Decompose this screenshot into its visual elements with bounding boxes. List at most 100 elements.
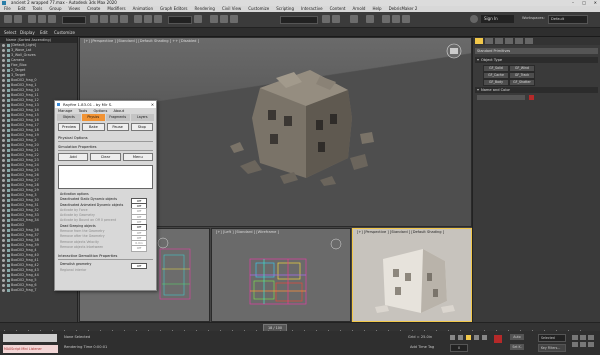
zoom-extents-icon[interactable] [588,335,594,340]
zoom-icon[interactable] [572,335,578,340]
gf-shatter-button[interactable]: GF_Shatter [509,79,535,86]
visibility-eye-icon[interactable] [2,269,5,272]
visibility-eye-icon[interactable] [2,239,5,242]
visibility-eye-icon[interactable] [2,219,5,222]
prev-frame-icon[interactable] [458,335,463,340]
visibility-eye-icon[interactable] [2,149,5,152]
ribbon-tab-edit[interactable]: Edit [40,28,48,37]
dialog-menu-manage[interactable]: Manage [58,109,72,113]
add-time-tag-button[interactable]: Add Time Tag [410,345,434,349]
zoom-all-icon[interactable] [580,335,586,340]
activation-option-toggle[interactable]: Off [131,245,147,252]
workspaces-dropdown[interactable]: Default [548,15,588,24]
visibility-eye-icon[interactable] [2,209,5,212]
menu-item-animation[interactable]: Animation [133,6,153,11]
menu-item-customize[interactable]: Customize [248,6,269,11]
visibility-eye-icon[interactable] [2,214,5,217]
visibility-eye-icon[interactable] [2,169,5,172]
visibility-eye-icon[interactable] [2,224,5,227]
viewport-left[interactable]: [+] [Left ] [Standard ] [Wireframe ] [211,228,351,322]
visibility-eye-icon[interactable] [2,144,5,147]
maximize-viewport-icon[interactable] [588,342,594,347]
user-icon[interactable] [470,15,478,23]
current-frame-field[interactable]: 0 [450,344,468,352]
visibility-eye-icon[interactable] [2,64,5,67]
next-frame-icon[interactable] [474,335,479,340]
select-object-icon[interactable] [90,15,98,23]
visibility-eye-icon[interactable] [2,74,5,77]
tab-layers[interactable]: Layers [130,114,154,121]
visibility-eye-icon[interactable] [2,49,5,52]
visibility-eye-icon[interactable] [2,229,5,232]
pivot-icon[interactable] [194,15,202,23]
utilities-tab-icon[interactable] [525,38,533,44]
menu-item-arnold[interactable]: Arnold [352,6,365,11]
modify-tab-icon[interactable] [485,38,493,44]
window-crossing-icon[interactable] [120,15,128,23]
visibility-eye-icon[interactable] [2,104,5,107]
goto-start-icon[interactable] [450,335,455,340]
ribbon-tab-display[interactable]: Display [20,28,35,37]
menu-item-modifiers[interactable]: Modifiers [107,6,125,11]
bind-space-warp-icon[interactable] [48,15,56,23]
mirror-icon[interactable] [322,15,330,23]
menu-item-create[interactable]: Create [87,6,100,11]
gf-solid-button[interactable]: GF_Solid [483,65,509,72]
interactive-demolition-header[interactable]: Interactive Demolition Properties [58,253,153,261]
visibility-eye-icon[interactable] [2,234,5,237]
gf-wind-button[interactable]: GF_Wind [509,65,535,72]
select-by-name-icon[interactable] [100,15,108,23]
viewport-perspective-render[interactable]: [+] [Perspective ] [Standard ] [Default … [352,228,472,322]
dialog-menu-about[interactable]: About [113,109,124,113]
dialog-menu-options[interactable]: Options [93,109,107,113]
stop-button[interactable]: Stop [130,123,153,131]
key-filters-button[interactable]: Key Filters... [538,344,566,352]
ribbon-tab-customize[interactable]: Customize [54,28,75,37]
object-name-field[interactable] [477,95,525,100]
visibility-eye-icon[interactable] [2,264,5,267]
visibility-eye-icon[interactable] [2,194,5,197]
visibility-eye-icon[interactable] [2,124,5,127]
visibility-eye-icon[interactable] [2,164,5,167]
preview-button[interactable]: Preview [58,123,81,131]
visibility-eye-icon[interactable] [2,109,5,112]
menu-item-debrismaker-2[interactable]: DebrisMaker 2 [389,6,418,11]
visibility-eye-icon[interactable] [2,179,5,182]
auto-key-button[interactable]: Auto [510,334,524,340]
visibility-eye-icon[interactable] [2,259,5,262]
simulation-properties-header[interactable]: Simulation Properties [58,144,153,151]
viewport-label-render[interactable]: [+] [Perspective ] [Standard ] [Default … [357,230,444,234]
visibility-eye-icon[interactable] [2,119,5,122]
bake-button[interactable]: Bake [82,123,105,131]
selection-filter-dropdown[interactable] [62,16,86,24]
visibility-eye-icon[interactable] [2,159,5,162]
visibility-eye-icon[interactable] [2,189,5,192]
tab-objects[interactable]: Objects [57,114,81,121]
create-tab-icon[interactable] [475,38,483,44]
menu-item-group[interactable]: Group [49,6,61,11]
angle-snap-icon[interactable] [220,15,228,23]
link-icon[interactable] [28,15,36,23]
visibility-eye-icon[interactable] [2,89,5,92]
material-editor-icon[interactable] [366,15,374,23]
visibility-eye-icon[interactable] [2,199,5,202]
visibility-eye-icon[interactable] [2,289,5,292]
undo-icon[interactable] [4,15,12,23]
unlink-icon[interactable] [38,15,46,23]
visibility-eye-icon[interactable] [2,59,5,62]
pan-icon[interactable] [580,342,586,347]
fov-icon[interactable] [572,342,578,347]
play-icon[interactable] [466,335,471,340]
visibility-eye-icon[interactable] [2,114,5,117]
menu-item-help[interactable]: Help [372,6,381,11]
dialog-close-button[interactable]: ✕ [151,101,154,108]
menu-item-file[interactable]: File [4,6,11,11]
scale-icon[interactable] [154,15,162,23]
maxscript-listener[interactable] [3,334,57,342]
align-icon[interactable] [332,15,340,23]
gf-track-button[interactable]: GF_Track [509,72,535,79]
rotate-icon[interactable] [144,15,152,23]
reference-coordinate-dropdown[interactable] [168,16,192,24]
visibility-eye-icon[interactable] [2,184,5,187]
move-icon[interactable] [134,15,142,23]
